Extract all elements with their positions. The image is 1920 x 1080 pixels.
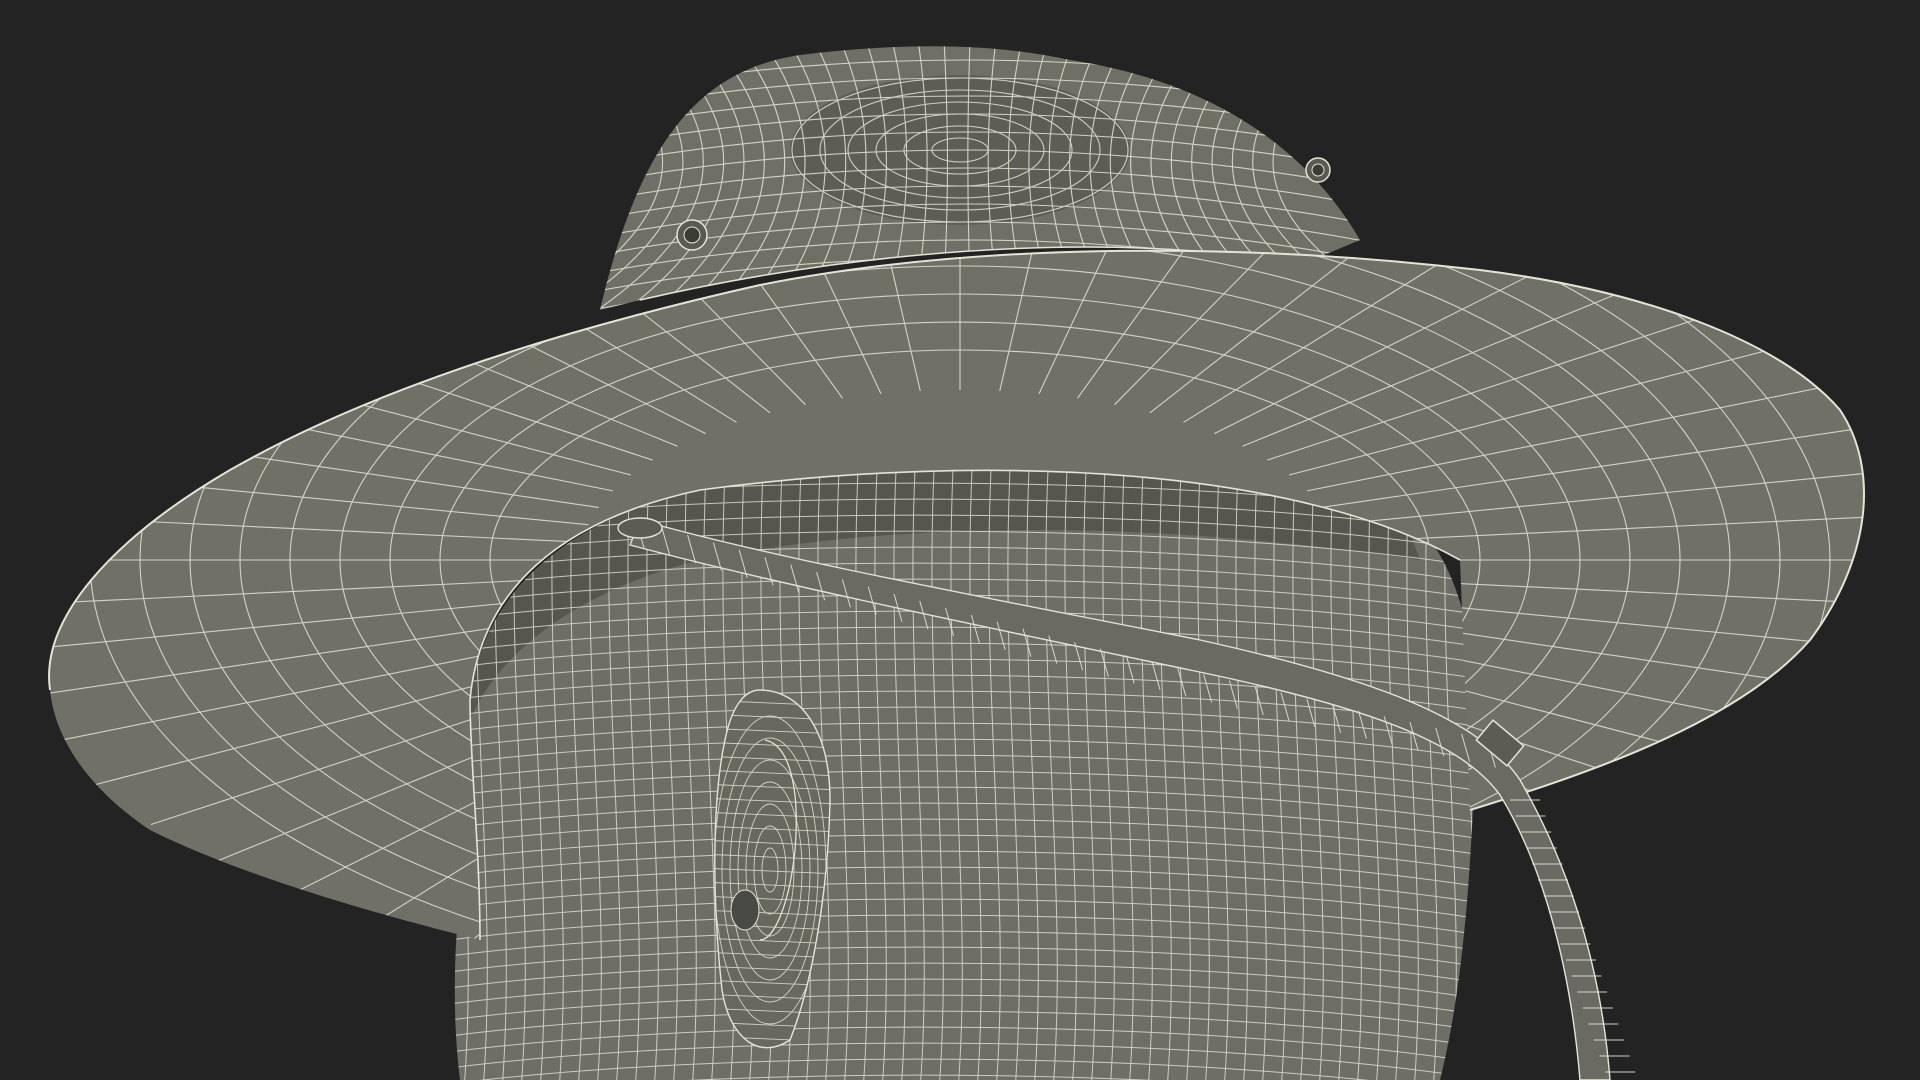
render-viewport: [0, 0, 1920, 1080]
head: [438, 465, 1476, 1080]
ear-canal: [730, 889, 760, 931]
grommet-right: [1305, 157, 1331, 183]
grommet-left: [676, 219, 708, 251]
wireframe-render: [0, 0, 1920, 1080]
strap-anchor: [617, 517, 663, 539]
